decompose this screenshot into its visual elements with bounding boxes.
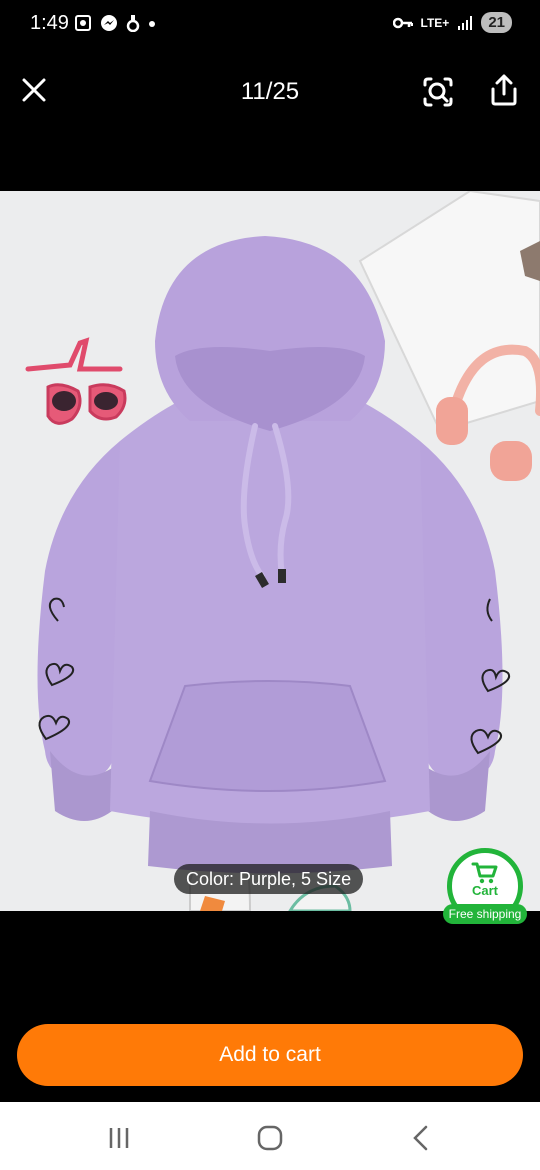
cart-badge[interactable]: Cart Free shipping [443, 848, 527, 926]
visual-search-icon[interactable] [420, 74, 456, 110]
cart-icon [471, 862, 498, 884]
messenger-icon [101, 15, 117, 31]
network-type: LTE+ [420, 15, 450, 30]
app-notification-icon [126, 15, 140, 32]
recent-apps-icon[interactable] [101, 1120, 137, 1156]
image-counter: 11/25 [240, 78, 300, 105]
product-image[interactable] [0, 191, 540, 911]
status-time: 1:49 [30, 12, 69, 34]
battery-level: 21 [481, 12, 512, 33]
share-icon[interactable] [486, 72, 522, 108]
system-navigation-bar [0, 1102, 540, 1170]
viewer-header: 11/25 [0, 60, 540, 122]
hoodie-photo [0, 191, 540, 911]
system-icons: LTE+ 21 [392, 12, 512, 33]
more-notifications-icon [149, 21, 155, 27]
back-icon[interactable] [403, 1120, 439, 1156]
notification-icons [74, 14, 156, 32]
signal-icon [458, 15, 473, 30]
vpn-key-icon [392, 17, 413, 28]
variant-chip[interactable]: Color: Purple, 5 Size [174, 864, 364, 894]
add-to-cart-button[interactable]: Add to cart [17, 1024, 523, 1086]
home-icon[interactable] [252, 1120, 288, 1156]
screenshot-icon [75, 15, 91, 31]
cart-label: Cart [471, 883, 498, 898]
status-bar: 1:49 LTE+ 21 [0, 0, 540, 52]
free-shipping-label: Free shipping [443, 904, 527, 924]
